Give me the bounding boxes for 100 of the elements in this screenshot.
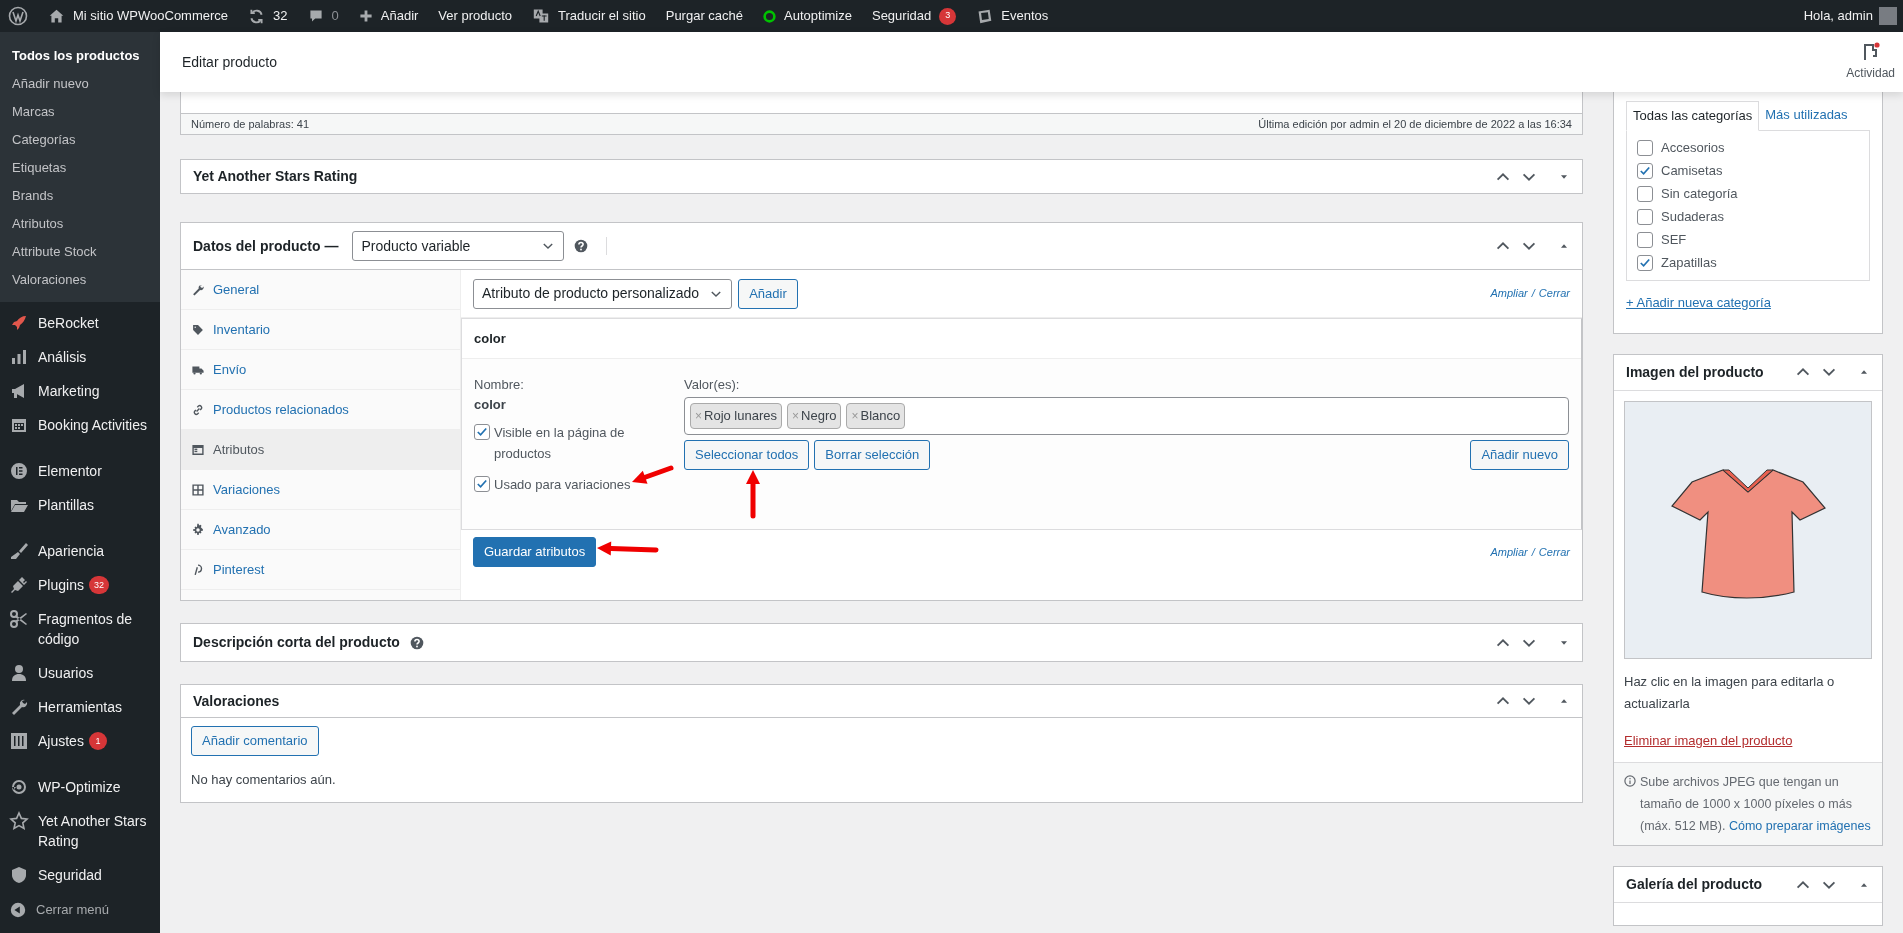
expand-link[interactable]: Ampliar (1490, 543, 1528, 561)
checkbox[interactable] (1637, 255, 1653, 271)
category-tab[interactable]: Más utilizadas (1759, 100, 1854, 130)
menu-item[interactable]: Análisis (0, 340, 160, 374)
link-separator: / (1531, 544, 1535, 560)
select-all-button[interactable]: Seleccionar todos (684, 439, 810, 470)
submenu-item[interactable]: Valoraciones (0, 266, 160, 294)
admin-bar-link[interactable]: Autoptimize (763, 6, 852, 26)
category-label: Camisetas (1661, 162, 1723, 181)
panel-title: Datos del producto — (193, 236, 339, 256)
attribute-select[interactable]: Atributo de producto personalizado (473, 278, 733, 309)
menu-item[interactable]: Fragmentos de código (0, 602, 160, 656)
panel-title: Valoraciones (193, 691, 280, 711)
menu-item[interactable]: BeRocket (0, 306, 160, 340)
annotation-arrow (745, 469, 760, 518)
product-type-select[interactable]: Producto variable (352, 231, 565, 261)
menu-item[interactable]: Usuarios (0, 656, 160, 690)
link-icon (191, 402, 205, 417)
submenu-item[interactable]: Categorías (0, 126, 160, 154)
menu-item[interactable]: Elementor (0, 454, 160, 488)
close-link[interactable]: Cerrar (1538, 543, 1570, 561)
collapse-menu-button[interactable]: Cerrar menú (0, 892, 160, 928)
category-label: Accesorios (1661, 139, 1725, 158)
submenu-item[interactable]: Añadir nuevo (0, 70, 160, 98)
menu-item[interactable]: Herramientas (0, 690, 160, 724)
product-data-tab[interactable]: Avanzado (181, 510, 460, 550)
tag-icon (191, 322, 205, 337)
product-data-tab[interactable]: General (181, 270, 460, 310)
product-data-tab[interactable]: Inventario (181, 310, 460, 350)
wrench-icon (191, 282, 205, 297)
admin-bar-link[interactable]: Traducir el sitio (532, 6, 646, 26)
menu-item[interactable]: Plantillas (0, 488, 160, 522)
account-link[interactable]: Hola, admin (1803, 6, 1897, 26)
save-attributes-button[interactable]: Guardar atributos (473, 537, 597, 567)
menu-item[interactable]: Ajustes 1 (0, 724, 160, 758)
product-data-tab[interactable]: Variaciones (181, 470, 460, 510)
checkbox[interactable] (1637, 186, 1653, 202)
product-data-tab[interactable]: Pinterest (181, 550, 460, 590)
checkbox[interactable] (1637, 163, 1653, 179)
admin-bar-link[interactable]: Eventos (976, 6, 1049, 26)
translate-icon (532, 8, 551, 24)
rocket-icon (9, 313, 29, 333)
remove-image-link[interactable]: Eliminar imagen del producto (1624, 730, 1872, 750)
notification-badge: 3 (939, 7, 957, 25)
submenu-item[interactable]: Marcas (0, 98, 160, 126)
menu-item[interactable]: Plugins 32 (0, 568, 160, 602)
checkbox-label: Usado para variaciones (494, 477, 631, 492)
add-attribute-button[interactable]: Añadir (738, 278, 798, 309)
submenu-item[interactable]: Todos los productos (0, 42, 160, 70)
checkbox[interactable] (474, 476, 490, 492)
submenu-item[interactable]: Atributos (0, 210, 160, 238)
admin-bar-link[interactable] (8, 6, 28, 26)
check-icon (1638, 164, 1652, 178)
checkbox[interactable] (1637, 209, 1653, 225)
submenu-item[interactable]: Attribute Stock (0, 238, 160, 266)
add-category-link[interactable]: + Añadir nueva categoría (1626, 293, 1870, 313)
tag-label: Blanco (860, 406, 901, 425)
admin-bar-link[interactable]: Purgar caché (665, 6, 744, 26)
menu-item[interactable]: Marketing (0, 374, 160, 408)
add-new-button[interactable]: Añadir nuevo (1470, 439, 1569, 470)
menu-item[interactable]: WP-Optimize (0, 770, 160, 804)
submenu-item[interactable]: Brands (0, 182, 160, 210)
product-data-tab[interactable]: Envío (181, 350, 460, 390)
check-icon (475, 425, 489, 439)
upload-hint: Sube archivos JPEG que tengan un tamaño de 1000 x 1000 píxeles o más (máx. 512 MB). Cómo preparar imágenes (1640, 774, 1872, 835)
checkbox[interactable] (1637, 140, 1653, 156)
panel-title: Yet Another Stars Rating (193, 167, 358, 186)
check-icon (475, 477, 489, 491)
checkbox[interactable] (474, 424, 490, 440)
menu-item[interactable]: Apariencia (0, 534, 160, 568)
activity-button[interactable]: Actividad (1846, 42, 1895, 82)
admin-bar-link[interactable]: Mi sitio WPWooCommerce (48, 6, 229, 26)
category-tab[interactable]: Todas las categorías (1626, 101, 1760, 131)
annotation-arrow (631, 465, 674, 484)
admin-bar-link[interactable]: 32 (248, 6, 288, 26)
menu-item[interactable]: Booking Activities (0, 408, 160, 442)
add-comment-button[interactable]: Añadir comentario (191, 726, 319, 756)
close-link[interactable]: Cerrar (1538, 285, 1570, 302)
help-icon[interactable] (574, 239, 589, 253)
expand-link[interactable]: Ampliar (1490, 285, 1528, 302)
tag-label: Rojo lunares (704, 406, 777, 425)
field-label: Valor(es): (684, 376, 741, 394)
notification-badge: 32 (88, 576, 109, 594)
admin-bar-link[interactable]: 0 (307, 6, 339, 26)
checkbox[interactable] (1637, 232, 1653, 248)
menu-item[interactable]: Yet Another Stars Rating (0, 804, 160, 858)
collapse-icon (9, 900, 27, 919)
product-data-tab[interactable]: Atributos (181, 430, 460, 470)
how-to-prepare-images-link[interactable]: Cómo preparar imágenes (1728, 819, 1871, 833)
word-count: Número de palabras: 41 (191, 116, 309, 132)
clear-selection-button[interactable]: Borrar selección (814, 439, 931, 470)
admin-bar-link[interactable]: Seguridad 3 (871, 6, 957, 26)
help-icon[interactable] (409, 635, 424, 650)
menu-item[interactable]: Seguridad (0, 858, 160, 892)
admin-bar-link[interactable]: Ver producto (438, 6, 513, 26)
admin-bar-link[interactable]: Añadir (358, 6, 419, 26)
check-icon (1638, 256, 1652, 270)
user-icon (9, 663, 29, 683)
tag-label: Negro (801, 406, 837, 425)
submenu-item[interactable]: Etiquetas (0, 154, 160, 182)
